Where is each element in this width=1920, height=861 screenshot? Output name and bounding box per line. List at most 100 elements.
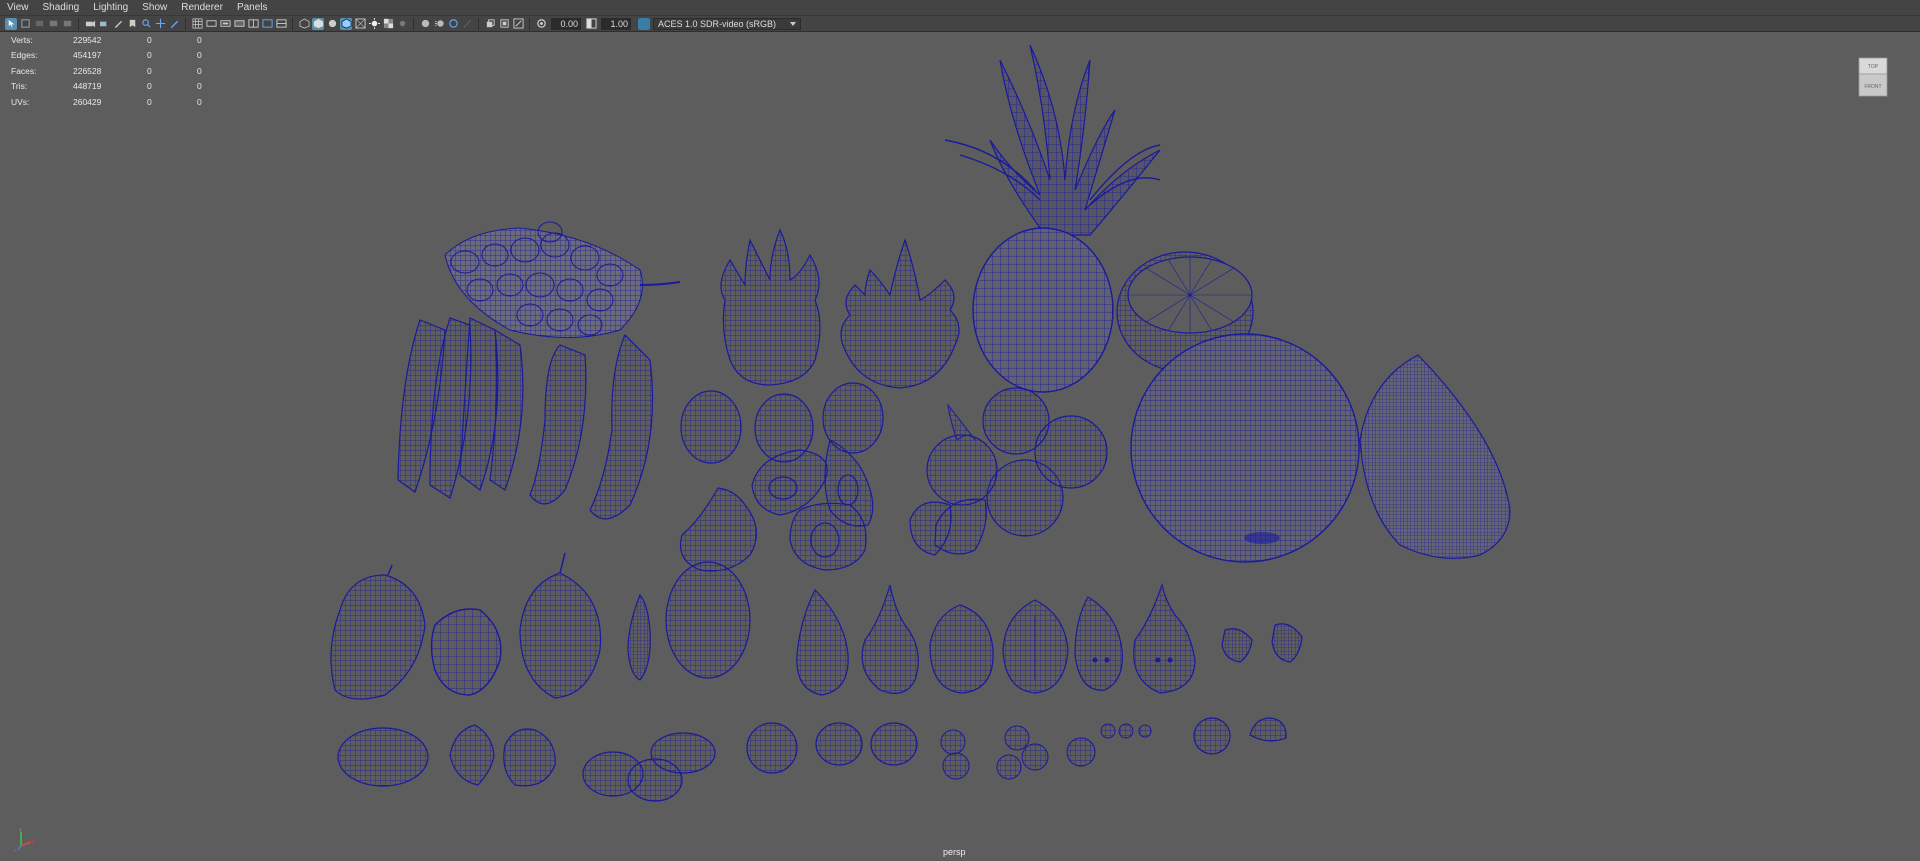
camera-2d-pan-icon[interactable] <box>98 18 110 30</box>
movie-camera-icon[interactable] <box>84 18 96 30</box>
safe-action-icon[interactable] <box>261 18 273 30</box>
lychee-half-model[interactable] <box>1249 717 1287 742</box>
toolbar-separator <box>292 17 293 30</box>
pear-half-model[interactable] <box>1074 596 1123 691</box>
dragon-fruit-model[interactable] <box>840 238 960 389</box>
mango-cut-model[interactable] <box>430 608 502 696</box>
cherries-model[interactable] <box>996 725 1049 780</box>
mango-model[interactable] <box>665 561 751 679</box>
chevron-down-icon <box>790 21 796 26</box>
strawberry-model[interactable] <box>1221 628 1253 663</box>
gate-mask-icon[interactable] <box>233 18 245 30</box>
axis-x-label: x <box>32 839 35 845</box>
wireframe-icon[interactable] <box>298 18 310 30</box>
exposure-field[interactable]: 0.00 <box>551 17 581 30</box>
shadows-icon[interactable] <box>382 18 394 30</box>
resolution-gate-icon[interactable] <box>219 18 231 30</box>
toolbar-separator <box>413 17 414 30</box>
panel-toolbar: 0.00 1.00 ACES 1.0 SDR-video (sRGB) <box>0 16 1920 32</box>
papaya-half-model[interactable] <box>789 502 867 571</box>
image-plane-icon[interactable] <box>61 18 73 30</box>
apple-small-model[interactable] <box>746 722 798 774</box>
menu-lighting[interactable]: Lighting <box>86 0 135 15</box>
lychee-model[interactable] <box>1193 717 1231 755</box>
pear-half-model[interactable] <box>1133 582 1196 694</box>
lock-camera-icon[interactable] <box>19 18 31 30</box>
camera-attributes-icon[interactable] <box>47 18 59 30</box>
pear-model[interactable] <box>929 604 994 694</box>
lighting-icon[interactable] <box>368 18 380 30</box>
menu-panels[interactable]: Panels <box>230 0 275 15</box>
default-material-icon[interactable] <box>326 18 338 30</box>
xray-icon[interactable] <box>354 18 366 30</box>
menu-show[interactable]: Show <box>135 0 174 15</box>
camera-name-label: persp <box>943 847 966 857</box>
exposure-icon[interactable] <box>535 18 547 30</box>
toolbar-separator <box>529 17 530 30</box>
view-transform-value: ACES 1.0 SDR-video (sRGB) <box>658 18 777 29</box>
panel-menu-bar: View Shading Lighting Show Renderer Pane… <box>0 0 1920 16</box>
banana-single-model[interactable] <box>529 344 587 505</box>
passion-fruit-model[interactable] <box>870 722 918 766</box>
banana-bunch-model[interactable] <box>397 317 524 499</box>
field-chart-icon[interactable] <box>247 18 259 30</box>
bookmark-icon[interactable] <box>33 18 45 30</box>
grease-pencil-icon[interactable] <box>112 18 124 30</box>
view-cube-front-label[interactable]: FRONT <box>1864 84 1881 90</box>
pear-half-model[interactable] <box>1002 599 1069 694</box>
isolate-select-icon[interactable] <box>419 18 431 30</box>
smooth-shade-icon[interactable] <box>312 17 324 30</box>
menu-shading[interactable]: Shading <box>36 0 87 15</box>
mango-model[interactable] <box>330 564 426 700</box>
motion-blur-icon[interactable] <box>433 18 445 30</box>
snapshot-icon[interactable] <box>484 18 496 30</box>
view-cube-top-label[interactable]: TOP <box>1868 64 1879 70</box>
kiwi-model[interactable] <box>680 390 742 464</box>
depth-of-field-icon[interactable] <box>461 18 473 30</box>
axis-y-label: y <box>19 827 22 833</box>
ambient-occlusion-icon[interactable] <box>396 18 408 30</box>
grid-icon[interactable] <box>191 18 203 30</box>
pan-icon[interactable] <box>154 18 166 30</box>
pear-model[interactable] <box>861 584 919 694</box>
mango-model[interactable] <box>519 552 602 699</box>
gamma-field[interactable]: 1.00 <box>601 17 631 30</box>
view-cube[interactable]: TOP FRONT <box>1855 54 1891 100</box>
gamma-icon[interactable] <box>585 18 597 30</box>
hud-toggle-icon[interactable] <box>498 18 510 30</box>
view-transform-select[interactable]: ACES 1.0 SDR-video (sRGB) <box>653 17 801 30</box>
strawberry-model[interactable] <box>1271 623 1303 663</box>
select-camera-icon[interactable] <box>5 17 17 30</box>
berries-model[interactable] <box>1100 723 1152 739</box>
apple-cluster-model[interactable] <box>909 387 1108 556</box>
passion-fruit-model[interactable] <box>815 722 863 766</box>
bookmark-flag-icon[interactable] <box>126 18 138 30</box>
wireframe-on-shaded-icon[interactable] <box>340 17 352 30</box>
melon-slice-model[interactable] <box>1359 354 1511 559</box>
kiwi-slices-model[interactable] <box>582 732 716 802</box>
color-management-icon[interactable] <box>638 17 650 30</box>
mango-slice-model[interactable] <box>627 593 651 681</box>
dragon-fruit-model[interactable] <box>720 228 821 386</box>
anti-aliasing-icon[interactable] <box>447 18 459 30</box>
toolbar-separator <box>185 17 186 30</box>
menu-renderer[interactable]: Renderer <box>174 0 230 15</box>
melon-model[interactable] <box>1130 333 1360 563</box>
pencil-icon[interactable] <box>168 18 180 30</box>
safe-title-icon[interactable] <box>275 18 287 30</box>
pear-model[interactable] <box>796 588 849 696</box>
toolbar-separator <box>478 17 479 30</box>
film-gate-icon[interactable] <box>205 18 217 30</box>
menu-view[interactable]: View <box>0 0 36 15</box>
resize-view-icon[interactable] <box>512 18 524 30</box>
grapes-model[interactable] <box>444 221 681 338</box>
zoom-icon[interactable] <box>140 18 152 30</box>
banana-single-model[interactable] <box>589 333 654 520</box>
toolbar-separator <box>78 17 79 30</box>
kiwi-model[interactable] <box>337 727 429 787</box>
pear-model[interactable] <box>679 487 757 572</box>
kiwi-half-model[interactable] <box>449 724 556 787</box>
viewport-scene[interactable] <box>0 33 1920 861</box>
cherries-model[interactable] <box>940 729 970 780</box>
plum-model[interactable] <box>1066 737 1096 767</box>
